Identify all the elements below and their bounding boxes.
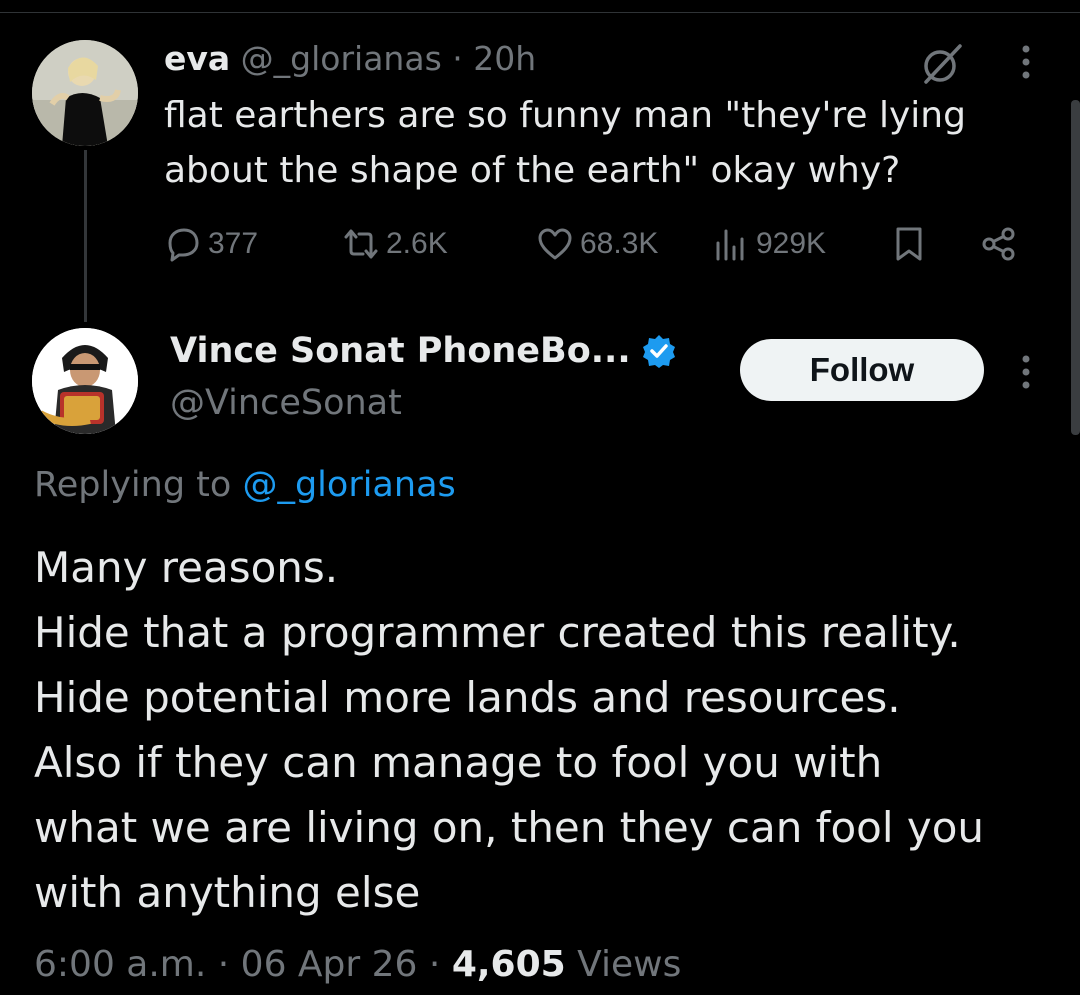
replying-prefix: Replying to [34,465,232,505]
tweet-views-count[interactable]: 4,605 [452,944,566,985]
reply-handle[interactable]: @VinceSonat [170,378,402,428]
more-icon[interactable] [1014,42,1038,82]
repost-icon [344,229,378,259]
like-action[interactable]: 68.3K [536,218,658,270]
avatar-vince[interactable] [32,328,138,434]
bookmark-icon [896,227,922,261]
views-action[interactable]: 929K [712,218,826,270]
views-count: 929K [756,227,827,260]
avatar-vince-image [32,328,138,434]
reply-text-line: Hide that a programmer created this real… [34,608,961,657]
reply-more-icon[interactable] [1014,352,1038,392]
reply-display-name[interactable]: Vince Sonat PhoneBo... [170,326,631,376]
meta-separator: · [217,944,230,985]
parent-action-bar: 377 2.6K 68.3K 929K [164,218,1034,270]
repost-action[interactable]: 2.6K [342,218,448,270]
thread-connector [84,150,87,322]
tweet-date[interactable]: 06 Apr 26 [241,944,418,985]
parent-display-name[interactable]: eva [164,39,230,78]
reply-text-line: Hide potential more lands and resources. [34,673,901,722]
like-icon [538,228,572,260]
top-divider [0,12,1080,13]
scrollbar[interactable] [1071,100,1080,435]
repost-count: 2.6K [386,227,448,260]
verified-badge-icon[interactable] [641,333,677,369]
meta-separator: · [428,944,441,985]
reply-text-line: Many reasons. [34,543,339,592]
reply-count: 377 [208,227,259,260]
replying-mention-link[interactable]: @_glorianas [242,465,455,505]
parent-handle[interactable]: @_glorianas [241,39,442,78]
bookmark-action[interactable] [890,218,934,270]
share-action[interactable] [980,218,1024,270]
reply-header-name: Vince Sonat PhoneBo... [170,326,677,376]
follow-button[interactable]: Follow [740,339,984,401]
like-count: 68.3K [580,227,659,260]
tweet-meta: 6:00 a.m. · 06 Apr 26 · 4,605 Views [34,940,681,990]
reply-text-line: Also if they can manage to fool you with [34,738,883,787]
avatar-eva[interactable] [32,40,138,146]
tweet-time[interactable]: 6:00 a.m. [34,944,206,985]
reply-text-line: with anything else [34,868,421,917]
views-icon [716,229,744,261]
parent-tweet-header: eva @_glorianas · 20h [164,36,536,82]
parent-tweet-text: flat earthers are so funny man "they're … [164,95,966,191]
reply-tweet-text: Many reasons. Hide that a programmer cre… [34,535,1054,925]
header-separator: · [452,39,463,78]
reply-text-line: what we are living on, then they can foo… [34,803,985,852]
grok-icon[interactable] [918,40,966,88]
share-icon [982,227,1015,261]
reply-icon [168,228,199,262]
replying-to-line: Replying to @_glorianas [34,460,456,510]
avatar-eva-image [32,40,138,146]
tweet-views-label: Views [577,944,682,985]
parent-time[interactable]: 20h [473,39,536,78]
reply-action[interactable]: 377 [164,218,258,270]
